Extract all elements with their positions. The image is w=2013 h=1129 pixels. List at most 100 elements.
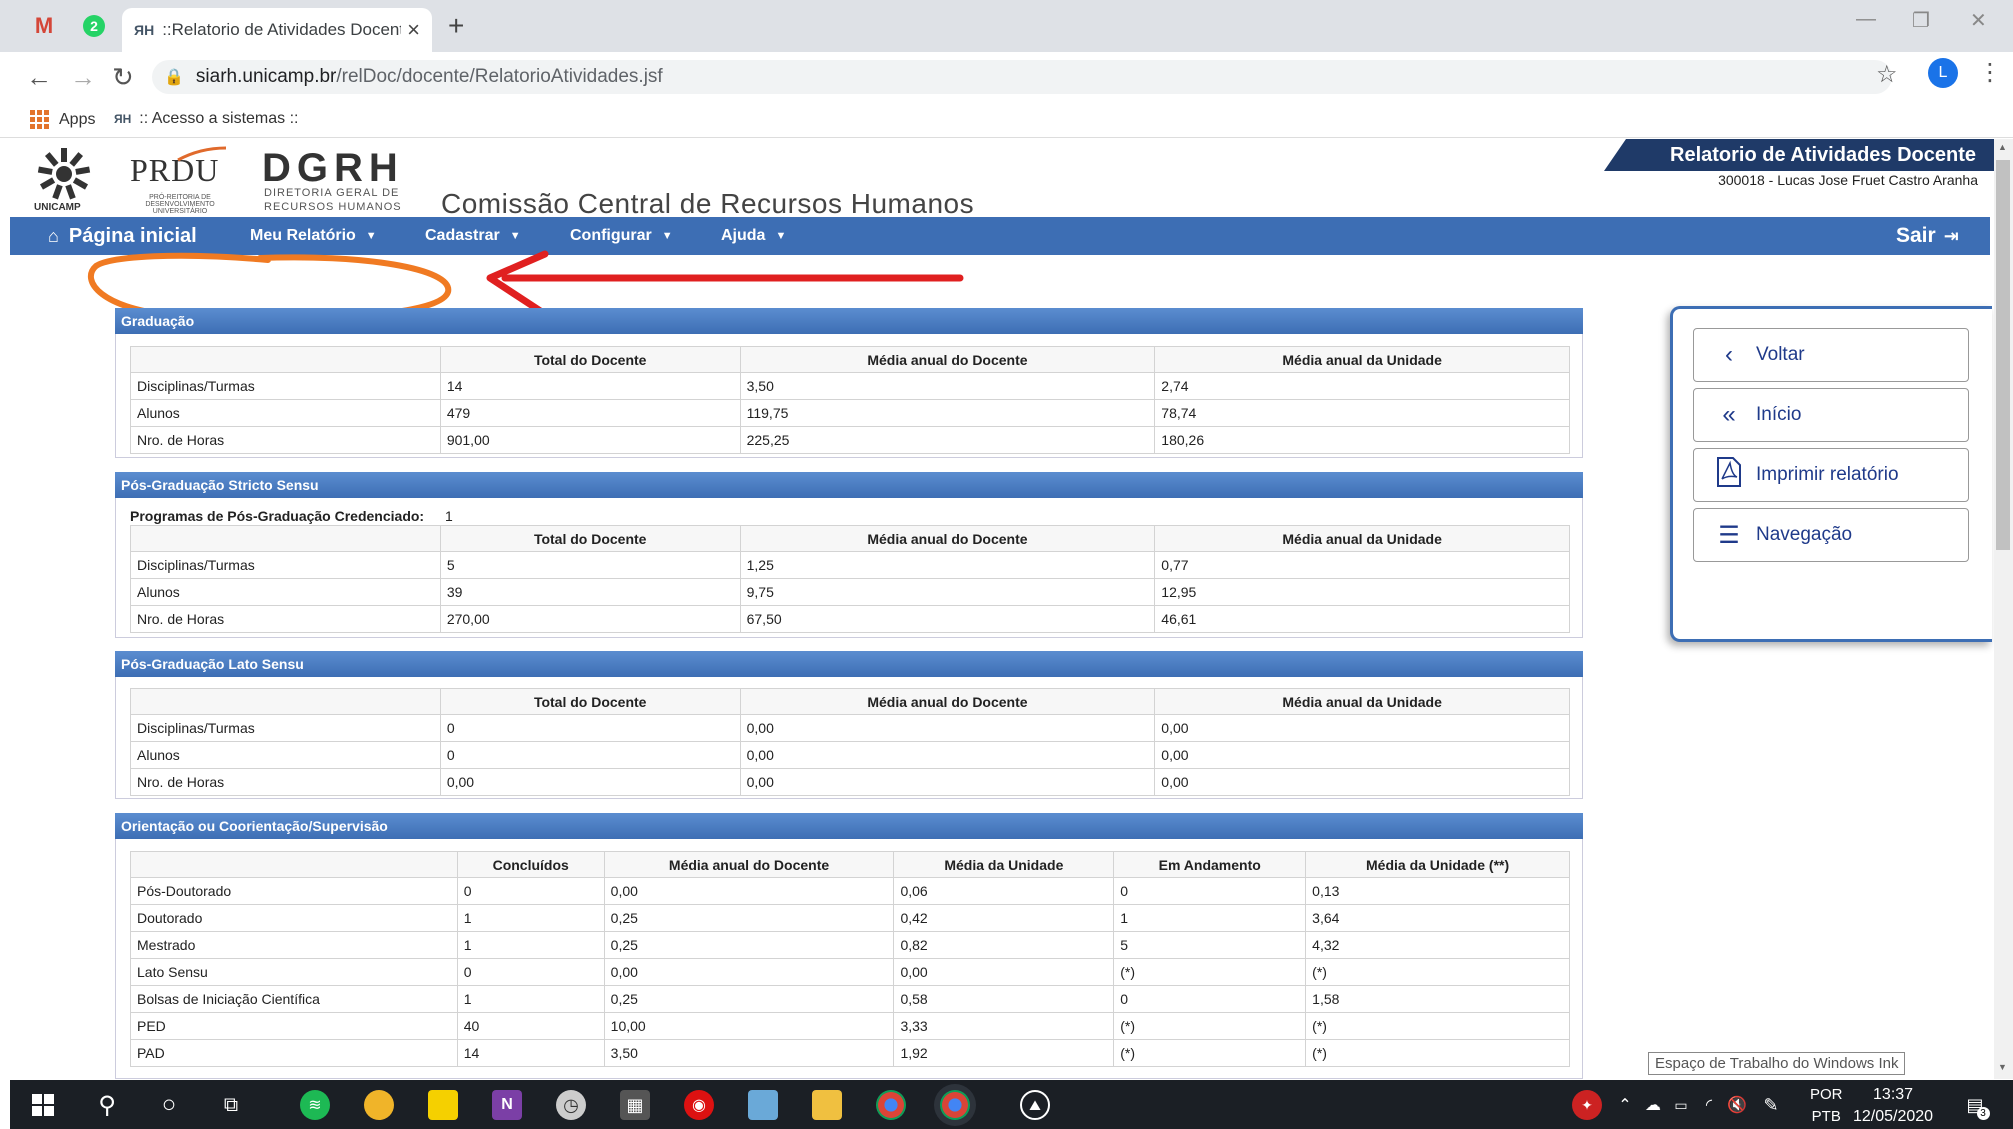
acrobat-icon[interactable]: ◉ <box>684 1090 714 1120</box>
table-row: Nro. de Horas 270,00 67,50 46,61 <box>130 605 1570 633</box>
menu-ajuda[interactable]: Ajuda ▼ <box>721 217 786 255</box>
task-view-icon[interactable]: ⧉ <box>216 1090 246 1120</box>
forward-arrow-icon[interactable]: → <box>70 62 96 93</box>
table-cell: 14 <box>456 1039 605 1067</box>
onenote-icon[interactable]: N <box>492 1090 522 1120</box>
menu-ajuda-label: Ajuda <box>721 227 766 244</box>
table-cell: 0,13 <box>1305 877 1570 905</box>
column-header <box>130 688 441 715</box>
scrollbar-thumb[interactable] <box>1996 160 2010 550</box>
tray-expand-icon[interactable]: ⌃ <box>1610 1090 1640 1120</box>
menu-cadastrar-label: Cadastrar <box>425 227 500 244</box>
imprimir-relatorio-button[interactable]: Imprimir relatório <box>1693 448 1969 502</box>
taskbar-clock[interactable]: 13:37 12/05/2020 <box>1853 1084 1933 1128</box>
active-tab[interactable]: ЯH ::Relatorio de Atividades Docente × <box>122 8 432 52</box>
menu-home[interactable]: ⌂ Página inicial <box>48 217 197 255</box>
column-header: Média anual do Docente <box>603 851 895 878</box>
gmail-pinned-tab[interactable]: M <box>24 8 64 44</box>
inicio-label: Início <box>1756 404 1802 425</box>
file-explorer-icon[interactable] <box>812 1090 842 1120</box>
menu-cadastrar[interactable]: Cadastrar ▼ <box>425 217 521 255</box>
table-row: PED 40 10,00 3,33 (*) (*) <box>130 1012 1570 1040</box>
chrome-active-icon[interactable] <box>940 1090 970 1120</box>
calculator-icon[interactable]: ▦ <box>620 1090 650 1120</box>
navegacao-label: Navegação <box>1756 524 1853 545</box>
table-cell: 0,25 <box>603 985 895 1013</box>
bookmark-acesso-sistemas[interactable]: ЯH :: Acesso a sistemas :: <box>114 110 298 128</box>
table-cell: 0,00 <box>603 958 895 986</box>
wifi-icon[interactable]: ◜ <box>1694 1090 1724 1120</box>
bookmark-apps[interactable]: Apps <box>30 110 95 129</box>
table-cell: 119,75 <box>739 399 1156 427</box>
profile-avatar[interactable]: L <box>1928 58 1958 88</box>
minimize-button[interactable]: — <box>1856 8 1876 31</box>
table-cell: 12,95 <box>1154 578 1570 606</box>
gmail-icon: M <box>34 13 54 38</box>
search-icon[interactable]: ⚲ <box>92 1090 122 1120</box>
antivirus-tray-icon[interactable]: ✦ <box>1572 1090 1602 1120</box>
unicamp-logo-icon <box>37 148 91 200</box>
table-cell: 0,00 <box>893 958 1115 986</box>
table-cell: 78,74 <box>1154 399 1570 427</box>
windows-ink-icon[interactable]: ✎ <box>1756 1090 1786 1120</box>
volume-muted-icon[interactable]: 🔇 <box>1722 1090 1752 1120</box>
url-input[interactable]: 🔒 siarh.unicamp.br/relDoc/docente/Relato… <box>152 60 1892 94</box>
whatsapp-pinned-tab[interactable]: 2 <box>74 8 114 44</box>
sync-app-icon[interactable]: ⛰ <box>1020 1090 1050 1120</box>
back-arrow-icon[interactable]: ← <box>26 62 52 93</box>
table-cell: 901,00 <box>439 426 741 454</box>
input-language[interactable]: POR PTB <box>1810 1084 1843 1128</box>
scroll-up-arrow-icon[interactable]: ▲ <box>1998 142 2007 152</box>
notifications-icon[interactable]: ▤ 3 <box>1960 1090 1990 1120</box>
table-row: Alunos 479 119,75 78,74 <box>130 399 1570 427</box>
graduacao-table: Total do Docente Média anual do Docente Mé… <box>130 346 1570 454</box>
clock-app-icon[interactable]: ◷ <box>556 1090 586 1120</box>
row-label: Mestrado <box>130 931 458 959</box>
row-label: Bolsas de Iniciação Científica <box>130 985 458 1013</box>
store-app-icon[interactable] <box>748 1090 778 1120</box>
column-header: Média anual do Docente <box>739 525 1156 552</box>
table-cell: 1,25 <box>739 551 1156 579</box>
scroll-down-arrow-icon[interactable]: ▼ <box>1998 1062 2007 1072</box>
section-orientacao-header: Orientação ou Coorientação/Supervisão <box>115 813 1583 839</box>
table-cell: (*) <box>1113 1012 1307 1040</box>
reload-icon[interactable]: ↻ <box>112 62 134 93</box>
onedrive-icon[interactable]: ☁ <box>1638 1090 1668 1120</box>
table-row: Bolsas de Iniciação Científica 1 0,25 0,58 0… <box>130 985 1570 1013</box>
close-window-button[interactable]: ✕ <box>1970 8 1987 33</box>
clock-date: 12/05/2020 <box>1853 1108 1934 1125</box>
table-cell: 3,33 <box>893 1012 1115 1040</box>
logout-label: Sair <box>1896 224 1936 247</box>
bookmark-apps-label: Apps <box>59 110 96 128</box>
table-cell: (*) <box>1113 958 1307 986</box>
column-header <box>130 346 441 373</box>
menu-meu-relatorio[interactable]: Meu Relatório ▼ <box>250 217 377 255</box>
table-cell: 0 <box>456 958 605 986</box>
battery-icon[interactable]: ▭ <box>1666 1090 1696 1120</box>
inicio-button[interactable]: « Início <box>1693 388 1969 442</box>
table-cell: (*) <box>1305 1012 1570 1040</box>
voltar-button[interactable]: ‹ Voltar <box>1693 328 1969 382</box>
row-label: Doutorado <box>130 904 458 932</box>
cortana-icon[interactable]: ○ <box>154 1090 184 1120</box>
close-tab-icon[interactable]: × <box>407 17 420 43</box>
row-label: PED <box>130 1012 458 1040</box>
navegacao-button[interactable]: ☰ Navegação <box>1693 508 1969 562</box>
section-stricto-title: Pós-Graduação Stricto Sensu <box>121 477 319 493</box>
spotify-icon[interactable]: ≋ <box>300 1090 330 1120</box>
url-host: siarh.unicamp.br <box>195 66 337 87</box>
bookmark-star-icon[interactable]: ☆ <box>1876 60 1898 89</box>
logout-button[interactable]: Sair ⇥ <box>1896 217 1959 255</box>
chrome-icon[interactable] <box>876 1090 906 1120</box>
table-cell: (*) <box>1305 958 1570 986</box>
restore-button[interactable]: ❐ <box>1912 8 1930 33</box>
table-cell: 1 <box>456 931 605 959</box>
column-header <box>130 525 441 552</box>
windows-start-icon[interactable] <box>28 1090 58 1120</box>
menu-configurar[interactable]: Configurar ▼ <box>570 217 673 255</box>
new-tab-button[interactable]: + <box>448 10 464 42</box>
sticky-notes-icon[interactable] <box>428 1090 458 1120</box>
weather-icon[interactable] <box>364 1090 394 1120</box>
table-row: Pós-Doutorado 0 0,00 0,06 0 0,13 <box>130 877 1570 905</box>
browser-menu-icon[interactable]: ⋮ <box>1978 58 2002 87</box>
